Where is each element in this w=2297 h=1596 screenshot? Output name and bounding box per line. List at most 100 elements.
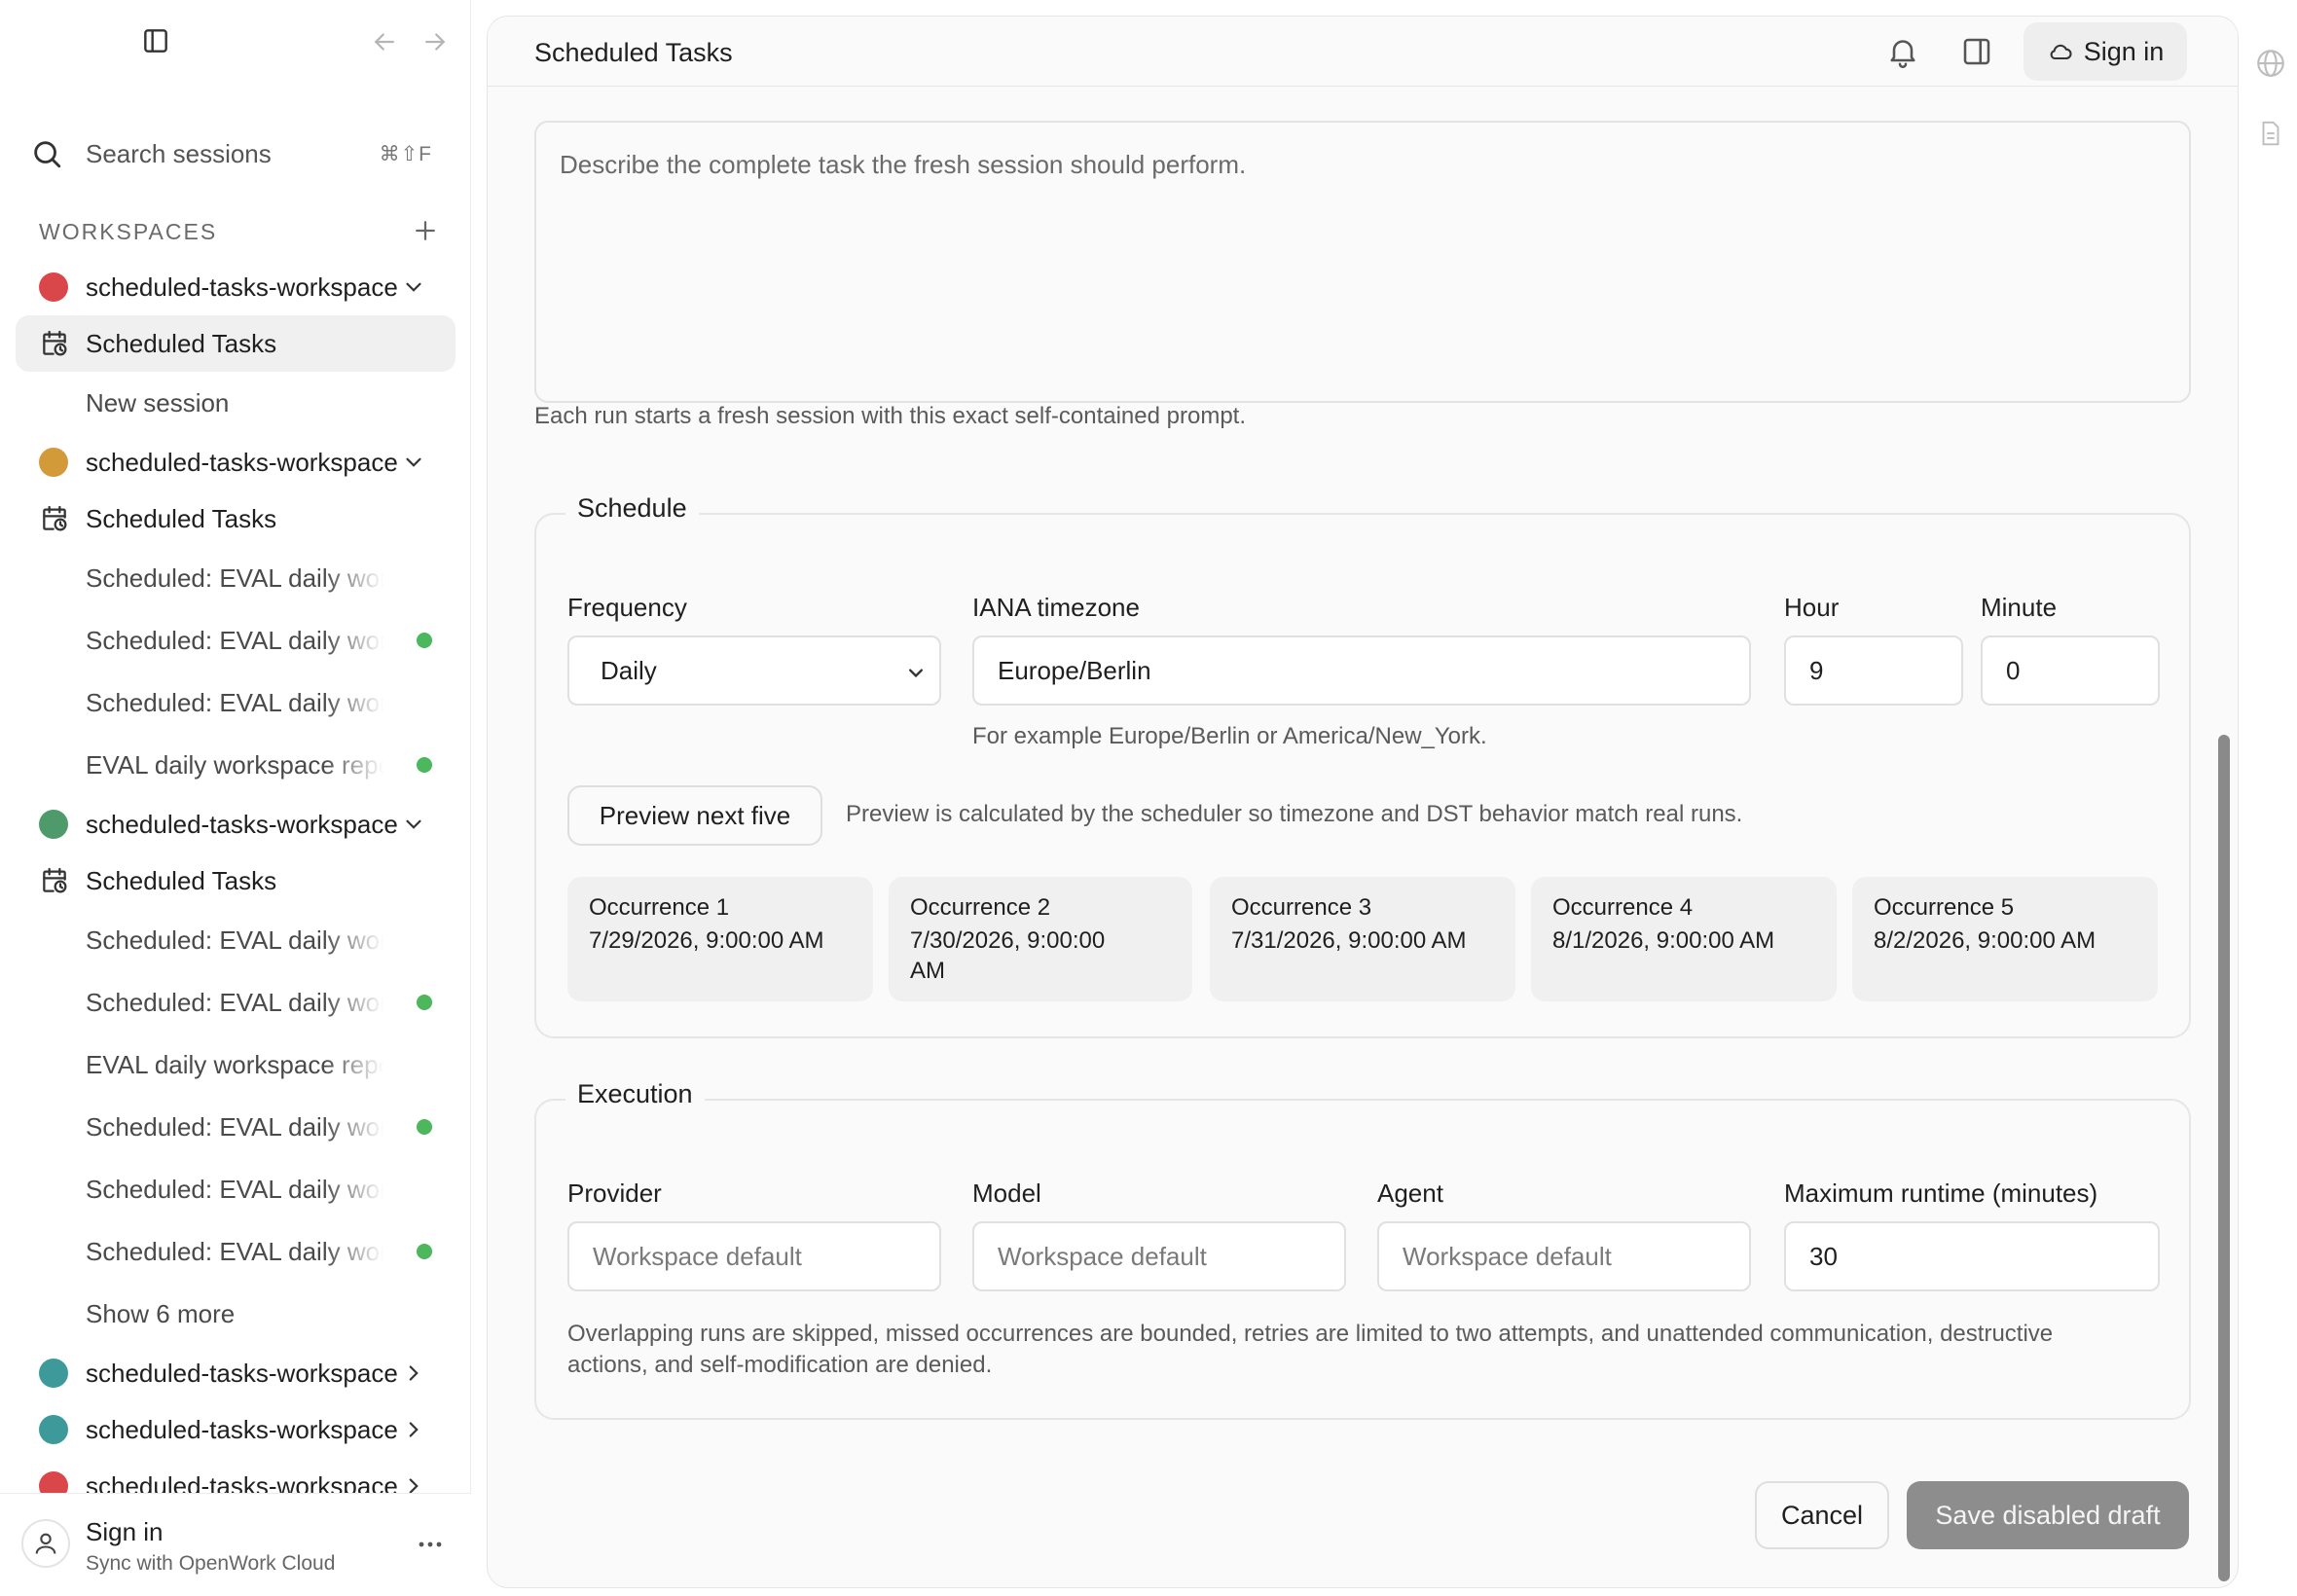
scheduled-tasks-item[interactable]: Scheduled Tasks xyxy=(16,315,456,372)
chevron-down-icon[interactable] xyxy=(401,812,426,837)
scheduled-tasks-item[interactable]: Scheduled Tasks xyxy=(16,852,456,909)
chevron-down-icon[interactable] xyxy=(401,274,426,300)
runtime-value: 30 xyxy=(1809,1241,1838,1271)
search-sessions[interactable]: Search sessions ⌘⇧F xyxy=(27,127,446,181)
execution-policy-note: Overlapping runs are skipped, missed occ… xyxy=(567,1321,2054,1378)
session-item[interactable]: Scheduled: EVAL daily workspace xyxy=(16,1158,456,1220)
prompt-help-text: Each run starts a fresh session with thi… xyxy=(534,403,1247,429)
prompt-placeholder: Describe the complete task the fresh ses… xyxy=(560,150,1247,179)
hour-value: 9 xyxy=(1809,655,1824,685)
session-item[interactable]: Scheduled: EVAL daily workspace xyxy=(16,909,456,971)
frequency-select[interactable]: Daily xyxy=(567,635,941,706)
account-sign-in[interactable]: Sign in xyxy=(86,1517,164,1547)
occurrence-name: Occurrence 5 xyxy=(1874,894,2015,921)
session-title: Scheduled: EVAL daily workspace xyxy=(86,925,383,955)
workspace-item[interactable]: scheduled-tasks-workspace xyxy=(16,796,456,852)
document-icon[interactable] xyxy=(2256,117,2285,150)
session-item[interactable]: EVAL daily workspace report xyxy=(16,1034,456,1096)
session-item[interactable]: Scheduled: EVAL daily workspace xyxy=(16,609,456,671)
session-item[interactable]: Scheduled: EVAL daily workspace xyxy=(16,671,456,734)
cancel-button[interactable]: Cancel xyxy=(1755,1481,1889,1549)
session-item[interactable]: New session xyxy=(16,372,456,434)
user-icon[interactable] xyxy=(21,1519,70,1568)
frequency-label: Frequency xyxy=(567,593,687,622)
add-workspace-icon[interactable] xyxy=(411,216,440,245)
show-more-label: Show 6 more xyxy=(86,1298,236,1328)
search-sessions-label: Search sessions xyxy=(86,138,272,168)
globe-icon[interactable] xyxy=(2254,47,2287,80)
side-panel-icon[interactable] xyxy=(1959,34,1994,69)
chevron-right-icon[interactable] xyxy=(401,1417,426,1442)
session-item[interactable]: Scheduled: EVAL daily workspace xyxy=(16,1220,456,1283)
session-item[interactable]: Scheduled: EVAL daily workspace xyxy=(16,971,456,1034)
chevron-down-icon xyxy=(902,659,930,686)
timezone-hint: For example Europe/Berlin or America/New… xyxy=(972,723,1487,749)
provider-label: Provider xyxy=(567,1179,662,1208)
runtime-input[interactable]: 30 xyxy=(1784,1221,2160,1291)
workspace-item[interactable]: scheduled-tasks-workspace xyxy=(16,1345,456,1401)
timezone-input[interactable]: Europe/Berlin xyxy=(972,635,1751,706)
top-bar: Scheduled Tasks Sign in xyxy=(488,17,2238,87)
session-item[interactable]: Scheduled: EVAL daily workspace xyxy=(16,547,456,609)
sign-in-button[interactable]: Sign in xyxy=(2024,22,2187,81)
session-item[interactable]: Scheduled: EVAL daily workspace xyxy=(16,1096,456,1158)
live-status-dot xyxy=(417,633,432,648)
workspaces-heading: WORKSPACES xyxy=(39,218,218,244)
chevron-down-icon[interactable] xyxy=(401,450,426,475)
agent-input[interactable]: Workspace default xyxy=(1377,1221,1751,1291)
model-label: Model xyxy=(972,1179,1041,1208)
bell-icon[interactable] xyxy=(1885,34,1920,69)
occurrence-card: Occurrence 5 8/2/2026, 9:00:00 AM xyxy=(1852,877,2158,1001)
scheduled-tasks-item[interactable]: Scheduled Tasks xyxy=(16,490,456,547)
calendar-clock-icon xyxy=(39,503,70,534)
timezone-value: Europe/Berlin xyxy=(998,655,1151,685)
provider-input[interactable]: Workspace default xyxy=(567,1221,941,1291)
sign-in-label: Sign in xyxy=(2083,36,2165,66)
schedule-legend: Schedule xyxy=(565,493,699,524)
occurrence-date: 7/29/2026, 9:00:00 AM xyxy=(589,927,824,954)
forward-arrow-icon[interactable] xyxy=(420,27,450,56)
session-title: New session xyxy=(86,387,230,417)
hour-label: Hour xyxy=(1784,593,1840,622)
schedule-group: Schedule Frequency Daily IANA timezone E… xyxy=(534,493,2191,1038)
live-status-dot xyxy=(417,995,432,1010)
minute-value: 0 xyxy=(2006,655,2021,685)
page-title: Scheduled Tasks xyxy=(534,38,733,67)
sidebar-toggle-icon[interactable] xyxy=(140,25,171,56)
workspace-list: scheduled-tasks-workspace Scheduled Tasks… xyxy=(16,259,456,1514)
session-title: Scheduled: EVAL daily workspace xyxy=(86,687,383,717)
occurrence-date: 8/2/2026, 9:00:00 AM xyxy=(1874,927,2096,954)
hour-input[interactable]: 9 xyxy=(1784,635,1963,706)
agent-label: Agent xyxy=(1377,1179,1443,1208)
account-footer: Sign in Sync with OpenWork Cloud xyxy=(0,1493,471,1596)
back-arrow-icon[interactable] xyxy=(370,27,399,56)
session-title: Scheduled: EVAL daily workspace xyxy=(86,1111,383,1142)
session-item[interactable]: EVAL daily workspace report xyxy=(16,734,456,796)
preview-next-five-button[interactable]: Preview next five xyxy=(567,785,822,846)
occurrence-date: 7/31/2026, 9:00:00 AM xyxy=(1231,927,1467,954)
occurrence-card: Occurrence 1 7/29/2026, 9:00:00 AM xyxy=(567,877,873,1001)
workspace-name: scheduled-tasks-workspace xyxy=(86,809,398,839)
save-disabled-draft-button[interactable]: Save disabled draft xyxy=(1907,1481,2189,1549)
workspace-name: scheduled-tasks-workspace xyxy=(86,1414,398,1444)
workspace-item[interactable]: scheduled-tasks-workspace xyxy=(16,434,456,490)
model-input[interactable]: Workspace default xyxy=(972,1221,1346,1291)
scrollbar-thumb[interactable] xyxy=(2218,735,2230,1581)
occurrence-card: Occurrence 2 7/30/2026, 9:00:00 AM xyxy=(889,877,1192,1001)
preview-note: Preview is calculated by the scheduler s… xyxy=(846,801,1743,827)
cloud-icon xyxy=(2047,38,2074,65)
prompt-textarea[interactable]: Describe the complete task the fresh ses… xyxy=(534,121,2191,403)
more-options-icon[interactable] xyxy=(413,1527,448,1562)
execution-legend: Execution xyxy=(565,1079,705,1109)
session-title: Scheduled: EVAL daily workspace xyxy=(86,562,383,593)
chevron-right-icon[interactable] xyxy=(401,1360,426,1386)
workspace-name: scheduled-tasks-workspace xyxy=(86,1358,398,1388)
workspace-item[interactable]: scheduled-tasks-workspace xyxy=(16,259,456,315)
scheduled-tasks-label: Scheduled Tasks xyxy=(86,328,277,358)
show-more-link[interactable]: Show 6 more xyxy=(16,1283,456,1345)
workspace-name: scheduled-tasks-workspace xyxy=(86,272,398,302)
minute-input[interactable]: 0 xyxy=(1981,635,2160,706)
main-panel: Scheduled Tasks Sign in Describe the com… xyxy=(487,16,2239,1588)
scheduled-tasks-label: Scheduled Tasks xyxy=(86,503,277,533)
workspace-item[interactable]: scheduled-tasks-workspace xyxy=(16,1401,456,1458)
